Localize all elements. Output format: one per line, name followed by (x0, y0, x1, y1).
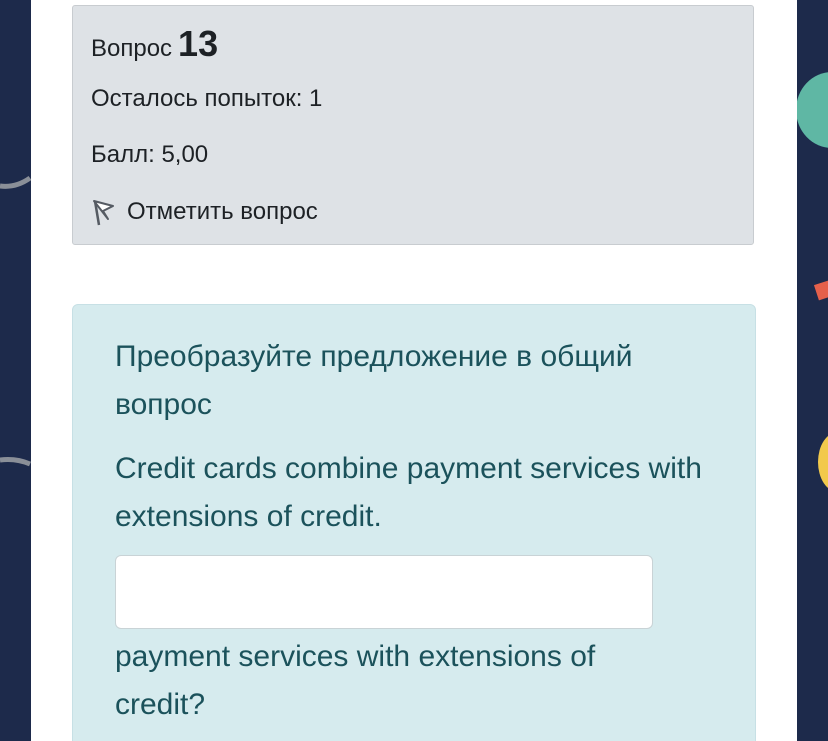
flag-question-button[interactable]: Отметить вопрос (91, 195, 318, 229)
answer-input[interactable] (115, 555, 653, 629)
flag-question-label: Отметить вопрос (127, 198, 318, 225)
question-instruction: Преобразуйте предложение в общий вопрос (115, 340, 633, 421)
quiz-page: Вопрос 13 Осталось попыток: 1 Балл: 5,00 … (31, 0, 797, 741)
decorative-curve (0, 175, 32, 189)
question-sentence: Credit cards combine payment services wi… (115, 452, 702, 533)
decorative-circle-teal (796, 72, 828, 148)
question-grade: Балл: 5,00 (91, 141, 209, 168)
question-info-panel: Вопрос 13 Осталось попыток: 1 Балл: 5,00 … (72, 5, 754, 245)
question-tail-text: payment services with extensions of cred… (115, 640, 596, 721)
question-label: Вопрос (91, 35, 173, 62)
decorative-curve (0, 457, 31, 467)
decorative-circle-yellow (818, 432, 828, 492)
screen: Вопрос 13 Осталось попыток: 1 Балл: 5,00 … (0, 0, 828, 741)
flag-icon (91, 198, 117, 226)
decorative-shape-red (813, 279, 828, 301)
question-number: 13 (178, 23, 219, 64)
attempts-remaining: Осталось попыток: 1 (91, 85, 323, 112)
question-number-heading: Вопрос 13 (91, 24, 218, 69)
question-content-panel: Преобразуйте предложение в общий вопрос … (72, 304, 756, 741)
